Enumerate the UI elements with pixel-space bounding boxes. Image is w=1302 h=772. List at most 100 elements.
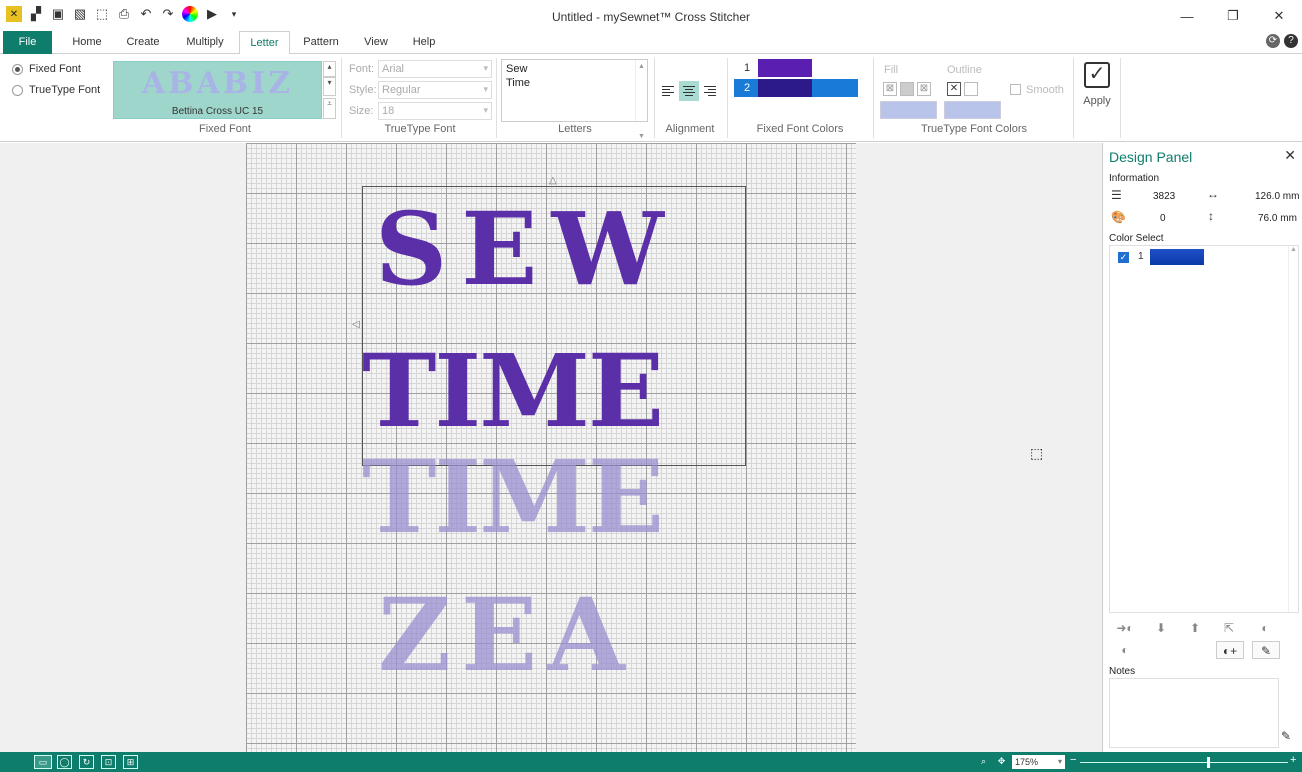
zoom-slider[interactable] (1080, 757, 1288, 768)
font-scroll-up-icon[interactable]: ▴ (323, 61, 336, 77)
help-icon[interactable]: ? (1284, 34, 1298, 48)
design-panel: Design Panel ✕ Information ☰ 3823 ↔ 126.… (1102, 143, 1302, 752)
design-width: 126.0 mm (1255, 191, 1300, 202)
tab-create[interactable]: Create (120, 31, 166, 54)
freehand-select-icon[interactable]: ↻ (79, 755, 94, 769)
group-label-ff-colors: Fixed Font Colors (756, 123, 844, 135)
restore-button[interactable]: ❐ (1210, 0, 1256, 32)
color-row-swatch (1150, 249, 1204, 265)
ff-color-swatch (758, 79, 812, 97)
color-count: 0 (1160, 213, 1166, 224)
group-label-truetype: TrueType Font (384, 123, 456, 135)
move-up-icon[interactable]: ⬆ (1181, 619, 1209, 637)
minimize-button[interactable]: — (1164, 0, 1210, 32)
tab-help[interactable]: Help (404, 31, 444, 54)
fill-label: Fill (884, 64, 899, 76)
add-color-button[interactable]: ◐+ (1216, 641, 1244, 659)
radio-checked-icon (12, 63, 23, 75)
box-select-icon[interactable]: ▭ (34, 755, 52, 769)
information-label: Information (1109, 173, 1160, 184)
outline-none-icon[interactable] (964, 82, 978, 96)
close-button[interactable]: ✕ (1256, 0, 1302, 32)
tab-letter[interactable]: Letter (239, 31, 290, 55)
zoom-fit-icon[interactable]: ✥ (994, 755, 1009, 769)
tab-file[interactable]: File (3, 31, 52, 54)
notes-textarea[interactable] (1109, 678, 1279, 748)
ff-color-row[interactable]: 1 (734, 59, 858, 77)
apply-check-icon[interactable]: ✓ (1084, 62, 1110, 88)
outline-color-swatch[interactable] (944, 101, 1001, 119)
sync-icon[interactable]: ⟳ (1266, 34, 1280, 48)
color-list-scrollbar[interactable]: ▲ (1288, 246, 1298, 612)
tt-size-select[interactable]: 18 (378, 102, 492, 120)
letters-line: Time (506, 77, 531, 89)
color-row-number: 1 (1138, 251, 1144, 262)
tab-pattern[interactable]: Pattern (298, 31, 344, 54)
color-select-list: ✓ 1 ▲ (1109, 245, 1299, 613)
design-height: 76.0 mm (1258, 213, 1297, 224)
ff-color-number: 1 (744, 62, 751, 74)
smooth-label: Smooth (1026, 84, 1064, 96)
tt-font-label: Font: (349, 63, 375, 75)
tt-style-select[interactable]: Regular (378, 81, 492, 99)
color-row[interactable]: ✓ 1 (1110, 246, 1288, 268)
move-to-top-icon[interactable]: ⇱ (1215, 619, 1243, 637)
fill-color-swatch[interactable] (880, 101, 937, 119)
radio-unchecked-icon (12, 84, 23, 96)
height-arrow-icon: ↕ (1208, 209, 1214, 223)
left-resize-handle-icon[interactable]: ◁ (352, 319, 360, 330)
design-text-line-2: TIME (362, 332, 664, 450)
move-down-icon[interactable]: ⬇ (1147, 619, 1175, 637)
fixed-font-preview[interactable]: ABABIZ Bettina Cross UC 15 (113, 61, 322, 119)
outline-label: Outline (947, 64, 982, 76)
zoom-to-rect-icon[interactable]: ⌕ (976, 755, 991, 769)
tt-font-select[interactable]: Arial (378, 60, 492, 78)
palette-icon: 🎨 (1111, 210, 1126, 224)
stitches-icon: ☰ (1111, 188, 1122, 202)
color-checkbox-checked-icon[interactable]: ✓ (1118, 252, 1129, 263)
align-left-button[interactable] (658, 81, 678, 101)
tab-home[interactable]: Home (64, 31, 110, 54)
edit-notes-icon[interactable]: ✎ (1281, 729, 1291, 743)
top-resize-handle-icon[interactable]: △ (549, 175, 557, 186)
fixed-font-color-list: 1 2 (734, 59, 858, 97)
window-controls: — ❐ ✕ (1164, 0, 1302, 32)
color-remove-icon[interactable]: ◐ (1111, 641, 1139, 659)
letters-textbox[interactable]: Sew Time ▲ ▼ (501, 59, 648, 140)
zoom-select[interactable]: 175% ▾ (1012, 755, 1065, 769)
ff-color-row-selected[interactable]: 2 (734, 79, 858, 97)
letters-scrollbar[interactable]: ▲ ▼ (635, 60, 647, 140)
lasso-select-icon[interactable]: ◯ (57, 755, 72, 769)
select-all-icon[interactable]: ⊡ (101, 755, 116, 769)
smooth-checkbox[interactable] (1010, 84, 1021, 95)
chevron-down-icon: ▾ (1057, 757, 1062, 766)
outline-cross-icon[interactable]: ✕ (947, 82, 961, 96)
align-right-button[interactable] (700, 81, 720, 101)
separator (341, 58, 342, 138)
zoom-out-icon[interactable]: − (1070, 754, 1076, 766)
truetype-font-radio[interactable]: TrueType Font (12, 84, 100, 96)
font-scroll-down-icon[interactable]: ▾ (323, 77, 336, 96)
zoom-in-icon[interactable]: + (1290, 754, 1296, 766)
apply-button[interactable]: Apply (1076, 95, 1118, 107)
fixed-font-radio[interactable]: Fixed Font (12, 63, 81, 75)
panel-close-icon[interactable]: ✕ (1284, 147, 1296, 164)
align-center-button[interactable] (679, 81, 699, 101)
tt-style-value: Regular (382, 84, 421, 96)
top-right-icons: ⟳ ? (1266, 34, 1298, 48)
stitch-count: 3823 (1153, 191, 1176, 202)
fill-pattern-icon[interactable]: ⊠ (883, 82, 897, 96)
fill-cross-icon[interactable]: ⊠ (917, 82, 931, 96)
merge-color-icon[interactable]: ➜◐ (1111, 619, 1139, 637)
zoom-value: 175% (1015, 757, 1039, 767)
font-gallery-expand-icon[interactable]: ⩡ (323, 98, 336, 119)
tt-size-value: 18 (382, 105, 395, 117)
tab-view[interactable]: View (354, 31, 398, 54)
zoom-slider-knob[interactable] (1207, 757, 1210, 768)
color-picker-button[interactable]: ✎ (1252, 641, 1280, 659)
deselect-icon[interactable]: ⊞ (123, 755, 138, 769)
tab-multiply[interactable]: Multiply (178, 31, 232, 54)
fill-solid-icon[interactable] (900, 82, 914, 96)
tt-size-label: Size: (349, 105, 374, 117)
color-replace-icon[interactable]: ◐ (1251, 619, 1279, 637)
